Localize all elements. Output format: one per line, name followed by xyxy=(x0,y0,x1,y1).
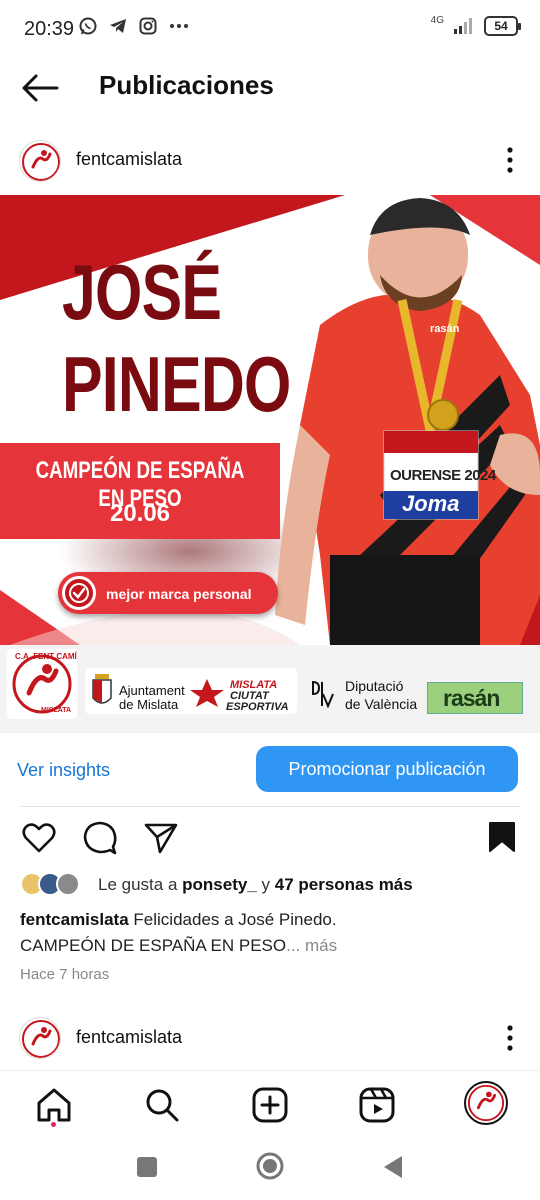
mislata-star-icon xyxy=(190,679,224,707)
diputacio-logo-icon xyxy=(312,680,334,708)
avatar[interactable] xyxy=(19,1017,61,1059)
caption-more-link[interactable]: más xyxy=(305,936,337,955)
home-button-icon[interactable] xyxy=(255,1151,285,1181)
sponsor-strip: C.A. FENT CAMÍ MISLATA Ajuntament de Mis… xyxy=(0,645,540,733)
hero-name-line2: PINEDO xyxy=(62,340,291,428)
post-caption: fentcamislata Felicidades a José Pinedo.… xyxy=(20,907,520,959)
profile-icon[interactable] xyxy=(464,1081,508,1125)
club-logo-icon xyxy=(22,1020,60,1058)
caption-text-line1: Felicidades a José Pinedo. xyxy=(133,910,337,929)
bottom-nav xyxy=(0,1070,540,1138)
band-mark: 20.06 xyxy=(109,500,171,527)
page-title: Publicaciones xyxy=(99,70,274,100)
club-name-bottom: MISLATA xyxy=(41,707,72,714)
system-nav-bar xyxy=(0,1138,540,1200)
caption-text-line2: CAMPEÓN DE ESPAÑA EN PESO xyxy=(20,936,287,955)
comment-icon[interactable] xyxy=(82,821,118,855)
status-bar: 20:39 4G 54 xyxy=(0,0,540,58)
post-username[interactable]: fentcamislata xyxy=(76,1027,182,1048)
post-image[interactable]: JOSÉ PINEDO CAMPEÓN DE ESPAÑA EN PESO 20… xyxy=(0,195,540,645)
bib-text: OURENSE 2024 xyxy=(390,467,496,484)
post-timestamp: Hace 7 horas xyxy=(20,966,110,983)
back-button-icon[interactable] xyxy=(382,1154,404,1180)
diputacio-line1: Diputació xyxy=(345,678,404,694)
club-sponsor-logo: C.A. FENT CAMÍ MISLATA xyxy=(7,649,77,719)
likes-row[interactable]: Le gusta a ponsety_ y 47 personas más xyxy=(20,872,520,900)
telegram-icon xyxy=(110,19,126,33)
notification-icons xyxy=(78,16,190,36)
coat-of-arms-icon xyxy=(92,674,112,704)
reels-icon[interactable] xyxy=(357,1085,397,1125)
more-options-icon[interactable] xyxy=(502,1023,518,1053)
battery-indicator: 54 xyxy=(484,16,521,36)
bib-brand: Joma xyxy=(402,491,460,516)
ajuntament-line2: de Mislata xyxy=(119,697,179,712)
likes-prefix: Le gusta a xyxy=(98,875,178,894)
status-time: 20:39 xyxy=(24,18,75,40)
diputacio-line2: de València xyxy=(345,696,418,712)
bookmark-icon[interactable] xyxy=(488,821,516,853)
insights-link[interactable]: Ver insights xyxy=(17,760,110,781)
share-icon[interactable] xyxy=(144,822,178,854)
notification-dot xyxy=(51,1122,56,1127)
mislata-line3: ESPORTIVA xyxy=(226,701,289,713)
likes-connector: y xyxy=(261,875,271,894)
whatsapp-icon xyxy=(79,17,97,35)
more-dots-icon xyxy=(170,24,188,28)
post-header: fentcamislata xyxy=(0,130,540,190)
post-username[interactable]: fentcamislata xyxy=(76,149,182,170)
rasan-label: rasán xyxy=(443,685,500,711)
arrow-left-icon[interactable] xyxy=(20,72,60,104)
divider xyxy=(20,806,520,807)
personal-best-label: mejor marca personal xyxy=(106,586,252,602)
likes-user[interactable]: ponsety_ xyxy=(182,875,257,894)
likes-others[interactable]: 47 personas más xyxy=(275,875,413,894)
search-icon[interactable] xyxy=(142,1085,182,1125)
caption-ellipsis: ... xyxy=(286,936,301,955)
shirt-brand: rasán xyxy=(430,323,460,335)
signal-icon xyxy=(454,18,472,34)
club-logo-icon xyxy=(467,1084,505,1122)
next-post-header: fentcamislata xyxy=(0,1008,540,1068)
club-logo-icon xyxy=(22,143,60,181)
likes-text: Le gusta a ponsety_ y 47 personas más xyxy=(98,875,413,895)
avatar[interactable] xyxy=(19,140,61,182)
home-icon[interactable] xyxy=(34,1085,74,1125)
more-options-icon[interactable] xyxy=(502,145,518,175)
network-label: 4G xyxy=(430,14,444,26)
caption-username[interactable]: fentcamislata xyxy=(20,910,129,929)
hero-name-line1: JOSÉ xyxy=(62,248,222,336)
recents-icon[interactable] xyxy=(136,1156,158,1178)
liker-avatar xyxy=(56,872,80,896)
create-icon[interactable] xyxy=(250,1085,290,1125)
app-header: Publicaciones xyxy=(0,58,540,118)
ajuntament-line1: Ajuntament xyxy=(119,683,185,698)
instagram-icon xyxy=(139,17,157,35)
club-name-top: C.A. FENT CAMÍ xyxy=(15,652,77,661)
promote-button[interactable]: Promocionar publicación xyxy=(256,746,518,792)
heart-icon[interactable] xyxy=(22,822,56,854)
check-icon xyxy=(62,576,96,610)
